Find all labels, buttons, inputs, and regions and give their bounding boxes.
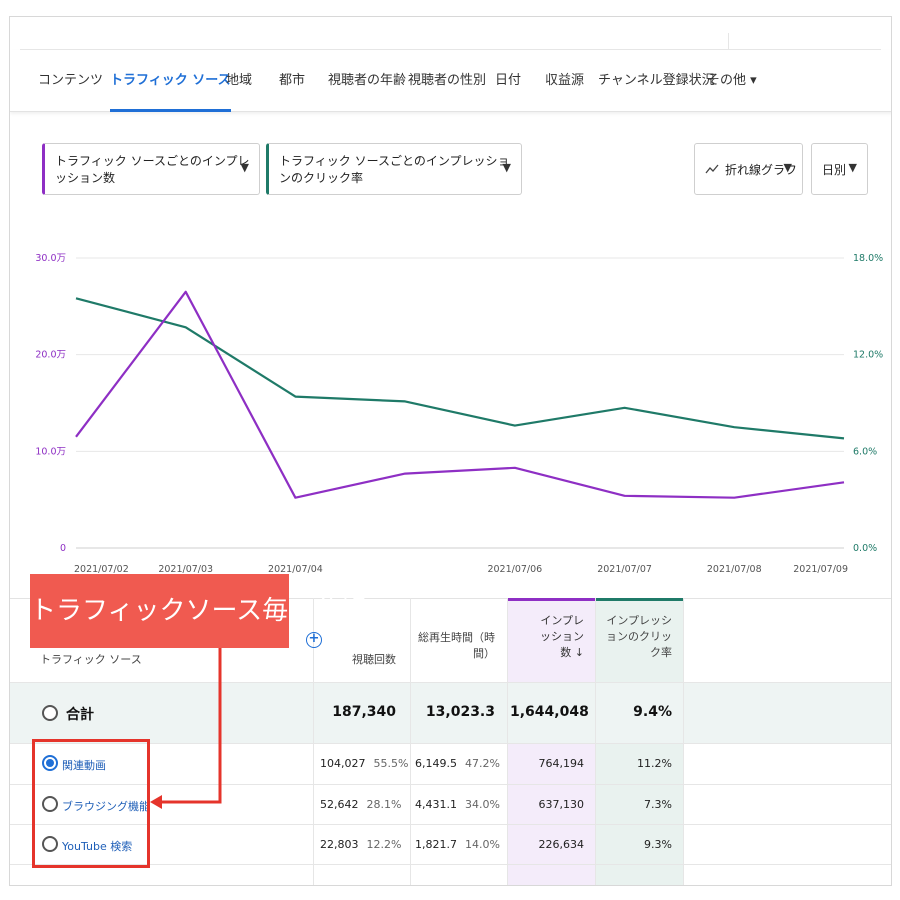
impressions-series-line [75, 290, 845, 499]
row-watch-time: 4,431.1 34.0% [415, 798, 500, 811]
row-watch-time: 6,149.5 47.2% [415, 757, 500, 770]
header-watch-time-line1: 総再生時間（時 [418, 631, 495, 644]
header-views[interactable]: 視聴回数 [320, 652, 396, 668]
row-views: 52,642 28.1% [320, 798, 401, 811]
total-watch-time: 13,023.3 [425, 704, 495, 720]
chevron-down-icon: ▼ [240, 161, 249, 174]
tab-viewer-gender[interactable]: 視聴者の性別 [408, 50, 486, 112]
col-divider [683, 598, 684, 885]
metric1-select-label: トラフィック ソースごとのインプレッション数 [55, 154, 250, 185]
views-pct: 55.5% [373, 757, 409, 770]
chevron-down-icon: ▼ [502, 161, 511, 174]
row-impressions: 226,634 [538, 838, 585, 851]
tab-traffic-source[interactable]: トラフィック ソース [110, 50, 231, 112]
views-pct: 28.1% [366, 798, 402, 811]
views-pct: 12.2% [366, 838, 402, 851]
col-divider [595, 598, 596, 885]
watch-value: 1,821.7 [415, 838, 457, 851]
row-watch-time: 1,821.7 14.0% [415, 838, 500, 851]
header-impressions-line2: ッション [540, 630, 584, 643]
header-impressions[interactable]: インプレ ッション 数 ↓ [510, 613, 584, 661]
tab-more[interactable]: その他 ▾ [707, 50, 757, 112]
right-axis-tick-label: 0.0% [853, 543, 877, 554]
traffic-line-chart: 0 0.0% 10.0万 6.0% 20.0万 12.0% 30.0万 18.0% 2021/0… [35, 253, 883, 575]
top-tick [728, 33, 729, 49]
views-value: 22,803 [320, 838, 359, 851]
header-ctr-line1: インプレッシ [606, 614, 672, 627]
watch-pct: 34.0% [465, 798, 500, 811]
left-axis-tick-label: 0 [60, 543, 66, 554]
period-select[interactable]: 日別 ▼ [811, 143, 868, 195]
dimension-tabs: コンテンツ トラフィック ソース 地域 都市 視聴者の年齢 視聴者の性別 日付 … [10, 50, 891, 112]
add-column-icon[interactable]: + [306, 632, 322, 648]
metric2-select[interactable]: トラフィック ソースごとのインプレッションのクリック率 ▼ [266, 143, 522, 195]
row-divider [10, 682, 891, 683]
tab-contents[interactable]: コンテンツ [38, 50, 103, 112]
watch-value: 6,149.5 [415, 757, 457, 770]
right-axis-tick-label: 12.0% [853, 350, 883, 361]
tab-viewer-age[interactable]: 視聴者の年齢 [328, 50, 406, 112]
tab-subscription-status[interactable]: チャンネル登録状況 [598, 50, 715, 112]
header-watch-time-line2: 間） [473, 647, 495, 660]
chevron-down-icon: ▼ [783, 161, 792, 174]
left-axis-tick-label: 20.0万 [35, 350, 66, 361]
watch-value: 4,431.1 [415, 798, 457, 811]
ctr-column-accent [595, 598, 683, 601]
right-axis-tick-label: 18.0% [853, 253, 883, 264]
tab-date[interactable]: 日付 [495, 50, 521, 112]
annotation-banner: トラフィックソース毎に分解 [30, 574, 366, 648]
x-axis-tick-label: 2021/07/06 [487, 564, 542, 575]
x-axis-tick-label: 2021/07/08 [707, 564, 762, 575]
left-axis-tick-label: 30.0万 [35, 253, 66, 264]
metric2-select-label: トラフィック ソースごとのインプレッションのクリック率 [279, 154, 510, 185]
watch-pct: 14.0% [465, 838, 500, 851]
row-impressions: 637,130 [538, 798, 585, 811]
row-views: 104,027 55.5% [320, 757, 408, 770]
header-ctr[interactable]: インプレッシ ョンのクリッ ク率 [598, 613, 672, 661]
header-impressions-line1: インプレ [540, 614, 584, 627]
row-impressions: 764,194 [538, 757, 585, 770]
total-label: 合計 [66, 707, 94, 723]
row-views: 22,803 12.2% [320, 838, 401, 851]
header-watch-time[interactable]: 総再生時間（時 間） [415, 630, 495, 662]
row-ctr: 11.2% [637, 757, 672, 770]
views-value: 52,642 [320, 798, 359, 811]
x-axis-tick-label: 2021/07/09 [793, 564, 848, 575]
tab-city[interactable]: 都市 [279, 50, 305, 112]
chevron-down-icon: ▼ [848, 161, 857, 174]
total-ctr: 9.4% [633, 704, 672, 720]
ctr-series-line [75, 297, 845, 440]
impressions-column-accent [507, 598, 595, 601]
header-ctr-line2: ョンのクリッ [606, 630, 672, 643]
row-ctr: 9.3% [644, 838, 672, 851]
right-axis-tick-label: 6.0% [853, 446, 877, 457]
x-axis-tick-label: 2021/07/07 [597, 564, 652, 575]
left-axis-tick-label: 10.0万 [35, 446, 66, 457]
total-views: 187,340 [332, 704, 396, 720]
metric1-select[interactable]: トラフィック ソースごとのインプレッション数 ▼ [42, 143, 260, 195]
col-divider [410, 598, 411, 885]
header-traffic-source: トラフィック ソース [40, 653, 142, 666]
chart-type-select[interactable]: 折れ線グラフ ▼ [694, 143, 803, 195]
row-ctr: 7.3% [644, 798, 672, 811]
total-radio[interactable] [42, 705, 58, 721]
header-impressions-line3: 数 ↓ [560, 646, 584, 659]
annotation-highlight-box [32, 739, 150, 868]
views-value: 104,027 [320, 757, 366, 770]
watch-pct: 47.2% [465, 757, 500, 770]
line-chart-icon [705, 164, 719, 174]
period-label: 日別 [822, 162, 847, 177]
total-impressions: 1,644,048 [510, 704, 589, 720]
header-ctr-line3: ク率 [650, 646, 672, 659]
tab-geography[interactable]: 地域 [226, 50, 252, 112]
tab-revenue-source[interactable]: 収益源 [545, 50, 584, 112]
col-divider [507, 598, 508, 885]
